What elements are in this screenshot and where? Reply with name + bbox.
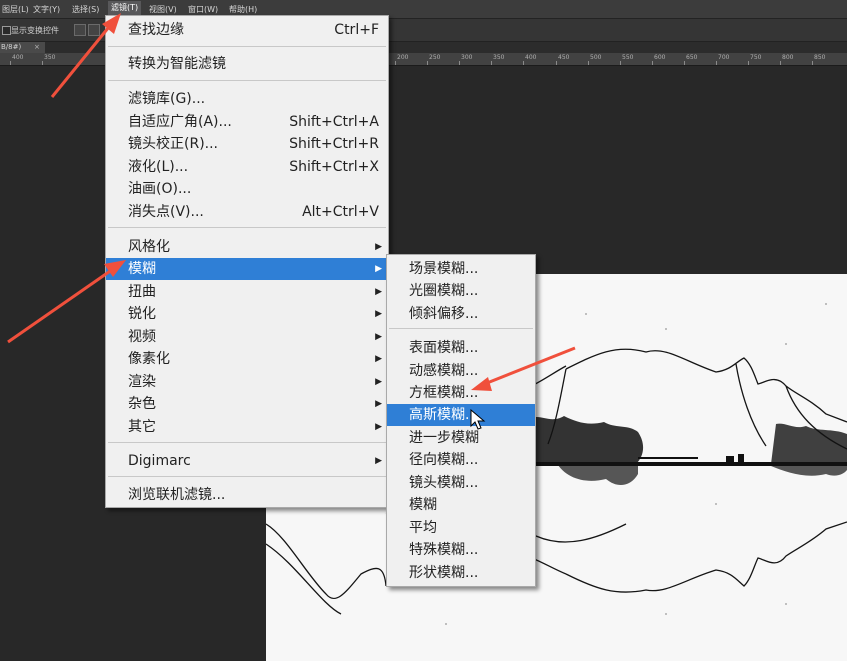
ruler-tick-label: 600	[654, 54, 666, 61]
submenu-item-tilt-shift[interactable]: 倾斜偏移...	[387, 303, 535, 325]
submenu-item-iris-blur[interactable]: 光圈模糊...	[387, 280, 535, 302]
align-left-icon[interactable]	[74, 24, 86, 36]
menu-item-distort[interactable]: 扭曲 ▶	[106, 281, 388, 303]
menu-separator	[108, 476, 386, 477]
submenu-item-blur-more[interactable]: 进一步模糊	[387, 427, 535, 449]
submenu-item-radial-blur[interactable]: 径向模糊...	[387, 449, 535, 471]
document-tab-title: B/8#)	[1, 43, 22, 51]
submenu-arrow-icon: ▶	[375, 287, 382, 297]
submenu-item-gaussian-blur[interactable]: 高斯模糊...	[387, 404, 535, 426]
document-tab[interactable]: B/8#) ×	[0, 42, 45, 53]
menu-item-liquify[interactable]: 液化(L)... Shift+Ctrl+X	[106, 156, 388, 178]
ruler-tick-label: 250	[429, 54, 441, 61]
menu-item-digimarc[interactable]: Digimarc ▶	[106, 450, 388, 472]
ruler-tick-label: 450	[558, 54, 570, 61]
ruler-tick-label: 400	[525, 54, 537, 61]
submenu-item-field-blur[interactable]: 场景模糊...	[387, 258, 535, 280]
submenu-item-average[interactable]: 平均	[387, 517, 535, 539]
menu-layer[interactable]: 图层(L)	[2, 4, 29, 15]
menu-item-pixelate[interactable]: 像素化 ▶	[106, 348, 388, 370]
menu-item-lens-correction[interactable]: 镜头校正(R)... Shift+Ctrl+R	[106, 133, 388, 155]
submenu-item-shape-blur[interactable]: 形状模糊...	[387, 562, 535, 584]
ruler-tick-label: 700	[718, 54, 730, 61]
show-transform-label: 显示变换控件	[11, 26, 59, 35]
submenu-arrow-icon: ▶	[375, 354, 382, 364]
menu-item-filter-gallery[interactable]: 滤镜库(G)...	[106, 88, 388, 110]
align-center-icon[interactable]	[88, 24, 100, 36]
menu-item-render[interactable]: 渲染 ▶	[106, 371, 388, 393]
menu-view[interactable]: 视图(V)	[149, 4, 177, 15]
menu-item-other[interactable]: 其它 ▶	[106, 416, 388, 438]
ruler-tick-label: 300	[461, 54, 473, 61]
menu-item-convert-smart-filters[interactable]: 转换为智能滤镜	[106, 53, 388, 75]
submenu-item-blur[interactable]: 模糊	[387, 494, 535, 516]
menu-separator	[108, 227, 386, 228]
close-tab-icon[interactable]: ×	[34, 42, 40, 53]
blur-submenu: 场景模糊... 光圈模糊... 倾斜偏移... 表面模糊... 动感模糊... …	[386, 254, 536, 587]
submenu-item-lens-blur[interactable]: 镜头模糊...	[387, 472, 535, 494]
menu-item-noise[interactable]: 杂色 ▶	[106, 393, 388, 415]
menu-filter[interactable]: 滤镜(T)	[108, 1, 142, 15]
submenu-arrow-icon: ▶	[375, 422, 382, 432]
menu-separator	[108, 80, 386, 81]
menu-window[interactable]: 窗口(W)	[188, 4, 218, 15]
ruler-tick-label: 400	[12, 54, 24, 61]
ruler-tick-label: 350	[493, 54, 505, 61]
menu-help[interactable]: 帮助(H)	[229, 4, 257, 15]
menu-item-vanishing-point[interactable]: 消失点(V)... Alt+Ctrl+V	[106, 201, 388, 223]
filter-menu: 查找边缘 Ctrl+F 转换为智能滤镜 滤镜库(G)... 自适应广角(A)..…	[105, 15, 389, 508]
ruler-tick-label: 350	[44, 54, 56, 61]
menu-separator	[108, 46, 386, 47]
menu-item-oil-paint[interactable]: 油画(O)...	[106, 178, 388, 200]
submenu-arrow-icon: ▶	[375, 309, 382, 319]
mouse-cursor-icon	[470, 409, 486, 430]
submenu-item-box-blur[interactable]: 方框模糊...	[387, 382, 535, 404]
ruler-tick-label: 850	[814, 54, 826, 61]
ruler-tick-label: 200	[397, 54, 409, 61]
menu-item-video[interactable]: 视频 ▶	[106, 326, 388, 348]
menu-item-blur[interactable]: 模糊 ▶	[106, 258, 388, 280]
menu-item-browse-online-filters[interactable]: 浏览联机滤镜...	[106, 484, 388, 506]
ruler-tick-label: 650	[686, 54, 698, 61]
menu-separator	[389, 328, 533, 329]
submenu-item-smart-blur[interactable]: 特殊模糊...	[387, 539, 535, 561]
submenu-arrow-icon: ▶	[375, 456, 382, 466]
submenu-arrow-icon: ▶	[375, 332, 382, 342]
submenu-arrow-icon: ▶	[375, 264, 382, 274]
submenu-item-motion-blur[interactable]: 动感模糊...	[387, 360, 535, 382]
menu-select[interactable]: 选择(S)	[72, 4, 99, 15]
submenu-arrow-icon: ▶	[375, 377, 382, 387]
ruler-tick-label: 500	[590, 54, 602, 61]
show-transform-checkbox[interactable]	[2, 26, 11, 35]
menu-item-stylize[interactable]: 风格化 ▶	[106, 236, 388, 258]
menu-item-adaptive-wide-angle[interactable]: 自适应广角(A)... Shift+Ctrl+A	[106, 111, 388, 133]
ruler-tick-label: 750	[750, 54, 762, 61]
menu-type[interactable]: 文字(Y)	[33, 4, 60, 15]
submenu-item-surface-blur[interactable]: 表面模糊...	[387, 337, 535, 359]
ruler-tick-label: 550	[622, 54, 634, 61]
menu-item-sharpen[interactable]: 锐化 ▶	[106, 303, 388, 325]
ruler-tick-label: 800	[782, 54, 794, 61]
menu-separator	[108, 442, 386, 443]
submenu-arrow-icon: ▶	[375, 399, 382, 409]
submenu-arrow-icon: ▶	[375, 242, 382, 252]
menu-item-find-edges[interactable]: 查找边缘 Ctrl+F	[106, 19, 388, 41]
